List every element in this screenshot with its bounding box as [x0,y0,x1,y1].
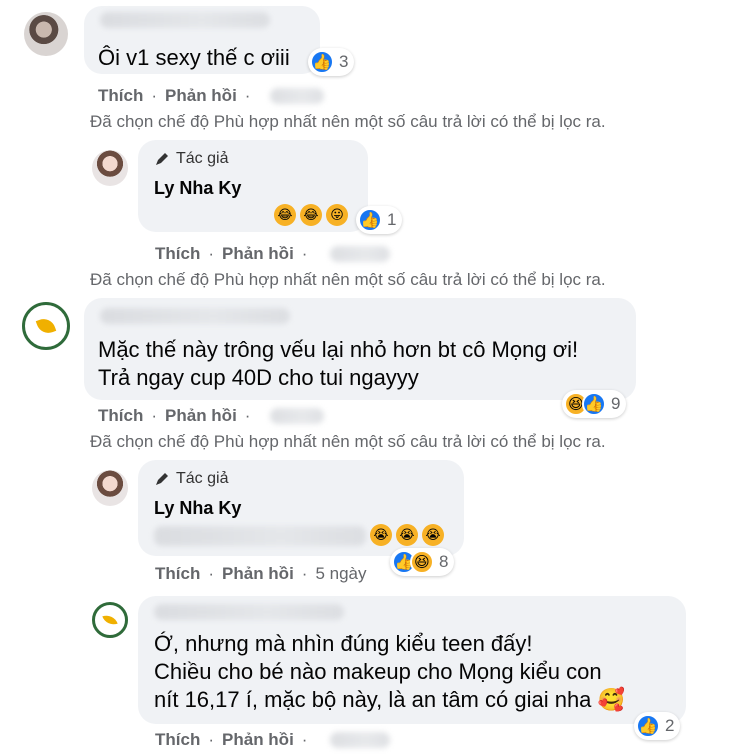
separator: · [301,564,308,583]
reaction-summary[interactable]: 👍 2 [634,712,681,740]
reply-button[interactable]: Phản hồi [222,244,294,264]
reply-button[interactable]: Phản hồi [222,564,294,584]
logo-leaf [102,612,118,628]
comment-emojis: 😭 😭 😭 [370,524,444,546]
comment-text: Ôi v1 sexy thế c ơiii [98,45,290,70]
avatar[interactable] [92,470,128,506]
like-button[interactable]: Thích [98,86,143,106]
timestamp-redacted [270,88,324,104]
pen-icon [156,153,168,165]
reply-button[interactable]: Phản hồi [222,730,294,750]
reaction-count: 8 [439,552,449,571]
separator: · [208,730,215,749]
crying-icon: 😭 [396,524,418,546]
comment-actions: Thích · Phản hồi · 5 ngày [155,564,367,584]
like-icon: 👍 [582,392,606,416]
comment-actions: Thích · Phản hồi · [98,406,250,426]
author-badge: Tác giả [154,150,228,168]
separator: · [244,406,251,425]
separator: · [301,244,308,263]
avatar[interactable] [22,302,70,350]
reaction-count: 9 [611,394,621,413]
comment-actions: Thích · Phản hồi · [155,730,307,750]
commenter-name-redacted [100,308,290,324]
crying-icon: 😭 [422,524,444,546]
avatar[interactable] [24,12,68,56]
haha-icon: 😂 [300,204,322,226]
reaction-summary[interactable]: 😆 👍 9 [562,390,627,418]
avatar[interactable] [92,602,128,638]
comment-actions: Thích · Phản hồi · [155,244,307,264]
separator: · [301,730,308,749]
separator: · [208,564,215,583]
separator: · [151,86,158,105]
timestamp-redacted [270,408,324,424]
filter-notice: Đã chọn chế độ Phù hợp nhất nên một số c… [90,112,606,131]
reaction-summary[interactable]: 👍 1 [356,206,403,234]
haha-icon: 😂 [274,204,296,226]
comment-actions: Thích · Phản hồi · [98,86,250,106]
reaction-summary[interactable]: 👍 😆 8 [390,548,455,576]
grin-icon: 😛 [326,204,348,226]
timestamp[interactable]: 5 ngày [315,564,366,584]
like-icon: 👍 [636,714,660,738]
commenter-name-redacted [100,12,270,28]
commenter-name-redacted [154,604,344,620]
author-name[interactable]: Ly Nha Ky [154,178,241,199]
filter-notice: Đã chọn chế độ Phù hợp nhất nên một số c… [90,270,606,289]
crying-icon: 😭 [370,524,392,546]
separator: · [208,244,215,263]
like-button[interactable]: Thích [155,564,200,584]
reply-button[interactable]: Phản hồi [165,86,237,106]
avatar[interactable] [92,150,128,186]
author-badge: Tác giả [154,470,228,488]
reaction-count: 1 [387,210,397,229]
reply-button[interactable]: Phản hồi [165,406,237,426]
separator: · [244,86,251,105]
like-button[interactable]: Thích [155,244,200,264]
reaction-count: 3 [339,52,349,71]
reaction-summary[interactable]: 👍 3 [308,48,355,76]
like-button[interactable]: Thích [155,730,200,750]
separator: · [151,406,158,425]
haha-icon: 😆 [410,550,434,574]
author-name[interactable]: Ly Nha Ky [154,498,241,519]
like-icon: 👍 [358,208,382,232]
like-button[interactable]: Thích [98,406,143,426]
comment-text-line: Trả ngay cup 40D cho tui ngayyy [98,365,419,390]
comment-emojis: 😂 😂 😛 [274,204,348,226]
filter-notice: Đã chọn chế độ Phù hợp nhất nên một số c… [90,432,606,451]
comment-text-line: nít 16,17 í, mặc bộ này, là an tâm có gi… [154,687,625,712]
logo-leaf [35,315,57,337]
timestamp-redacted [330,732,390,748]
like-icon: 👍 [310,50,334,74]
comment-text-redacted [154,526,366,546]
timestamp-redacted [330,246,390,262]
reaction-count: 2 [665,716,675,735]
pen-icon [156,473,168,485]
